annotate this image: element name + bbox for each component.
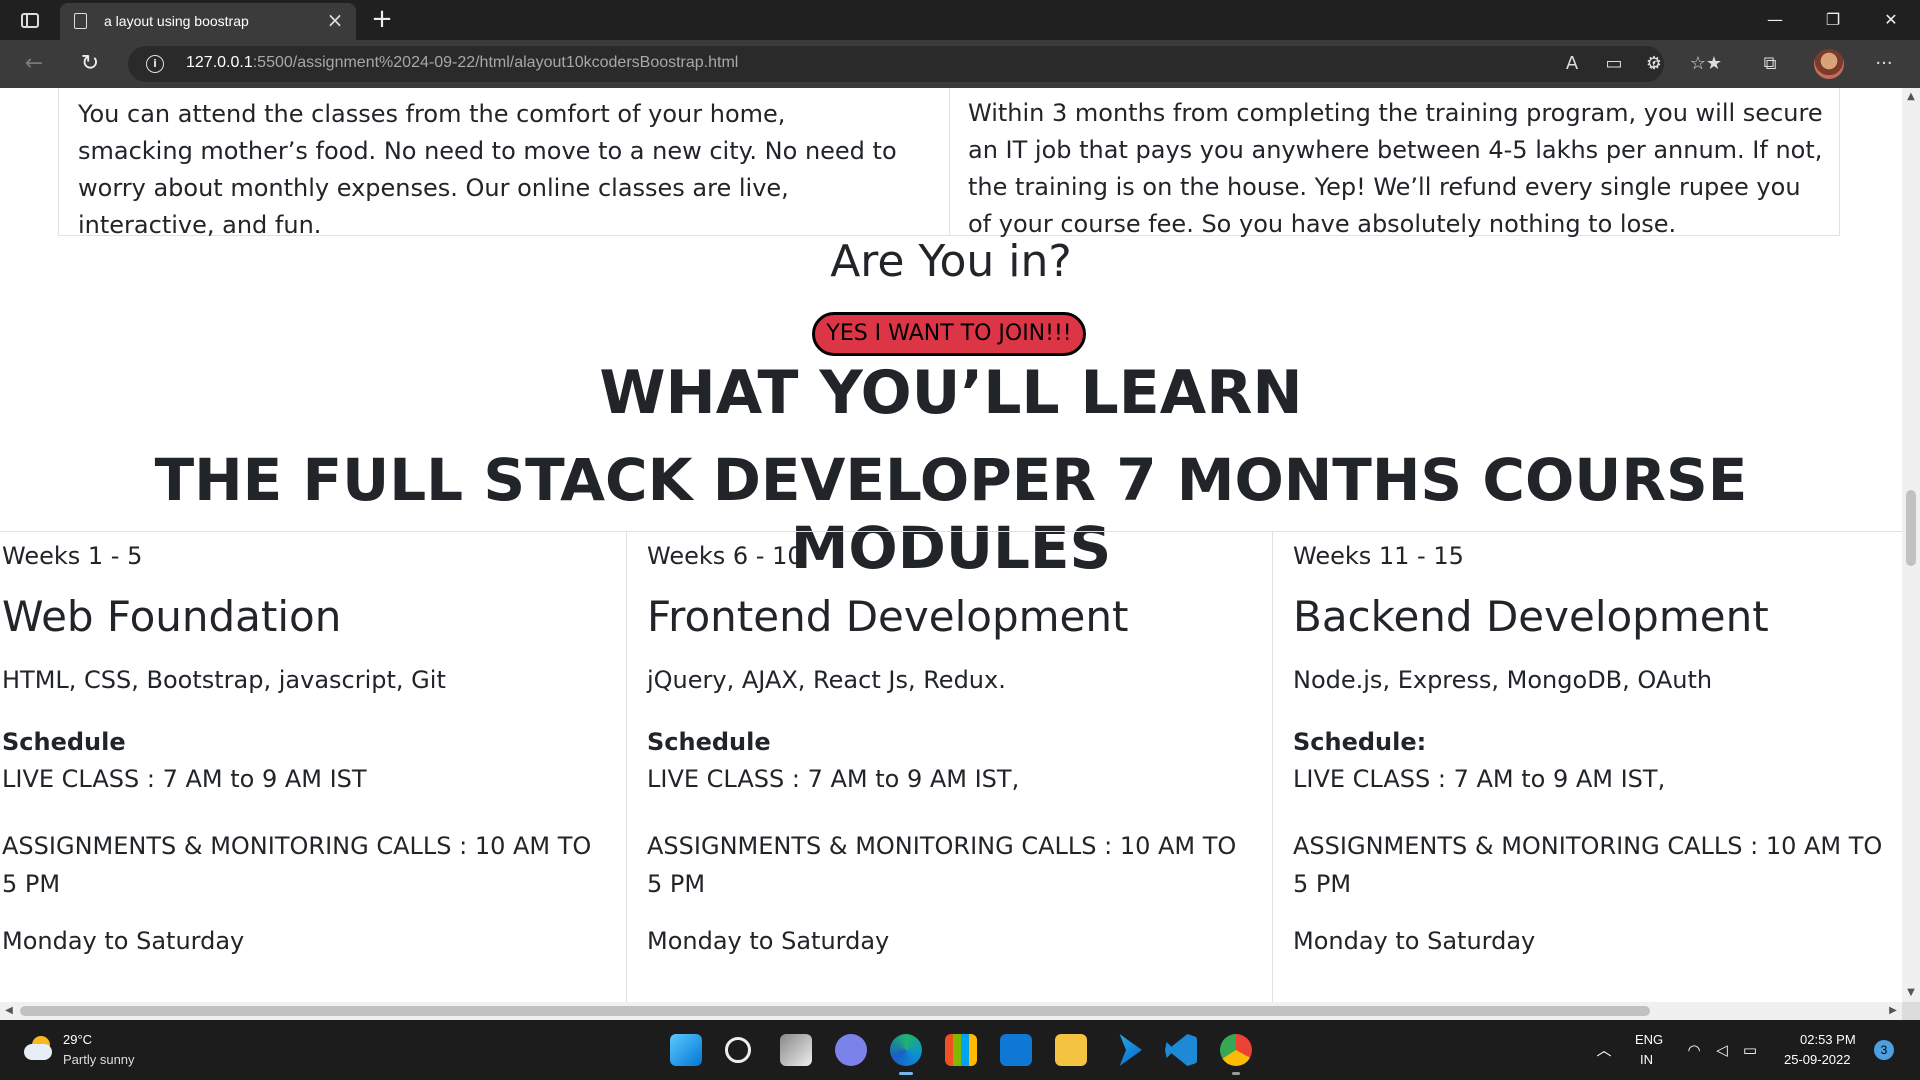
module-assignments: ASSIGNMENTS & MONITORING CALLS : 10 AM T… (1293, 832, 1883, 898)
module-tech: jQuery, AJAX, React Js, Redux. (647, 666, 1006, 694)
vertical-scrollbar[interactable]: ▲ ▼ (1902, 88, 1920, 1002)
module-card: Weeks 1 - 5 Web Foundation HTML, CSS, Bo… (0, 532, 626, 1002)
language-indicator-bottom[interactable]: IN (1640, 1052, 1653, 1067)
chrome-icon[interactable] (1220, 1034, 1252, 1075)
refresh-icon[interactable]: ↻ (72, 48, 108, 80)
restore-icon[interactable]: ❐ (1804, 0, 1862, 40)
browser-toolbar: ← ↻ i 127.0.0.1:5500/assignment%2024-09-… (0, 40, 1920, 88)
scroll-left-icon[interactable]: ◀ (0, 1002, 18, 1020)
module-weeks: Weeks 6 - 10 (647, 542, 803, 570)
module-schedule-label: Schedule (2, 728, 126, 756)
url-text[interactable]: 127.0.0.1:5500/assignment%2024-09-22/htm… (186, 54, 738, 72)
extensions-icon[interactable]: ⚙ (1640, 52, 1668, 76)
module-weeks: Weeks 1 - 5 (2, 542, 143, 570)
scrollbar-corner (1902, 1002, 1920, 1020)
site-info-icon[interactable]: i (146, 55, 164, 73)
module-days: Monday to Saturday (2, 927, 245, 955)
module-title: Backend Development (1293, 592, 1769, 641)
read-aloud-icon[interactable]: A (1558, 52, 1586, 76)
module-tech: HTML, CSS, Bootstrap, javascript, Git (2, 666, 446, 694)
module-assignments: ASSIGNMENTS & MONITORING CALLS : 10 AM T… (647, 832, 1237, 898)
tab-actions-icon[interactable] (14, 7, 46, 33)
profile-avatar[interactable] (1814, 49, 1844, 79)
language-indicator-top[interactable]: ENG (1635, 1032, 1663, 1047)
vscode-icon[interactable] (1165, 1034, 1197, 1066)
volume-icon[interactable]: ◁ (1712, 1040, 1732, 1060)
favorites-icon[interactable]: ★ (1700, 52, 1728, 76)
chat-icon[interactable] (835, 1034, 867, 1066)
feature-text-placement: Within 3 months from completing the trai… (968, 99, 1823, 238)
taskbar: 29°C Partly sunny ︿ ENG IN ◠ ◁ ▭ 02:53 P… (0, 1020, 1920, 1080)
weather-description[interactable]: Partly sunny (63, 1052, 135, 1067)
module-title: Frontend Development (647, 592, 1129, 641)
minimize-icon[interactable]: — (1746, 0, 1804, 40)
weather-icon[interactable] (24, 1034, 54, 1064)
start-icon[interactable] (670, 1034, 702, 1066)
horizontal-scrollbar[interactable]: ◀ ▶ (0, 1002, 1902, 1020)
close-window-icon[interactable]: ✕ (1862, 0, 1920, 40)
file-explorer-icon[interactable] (1055, 1034, 1087, 1066)
edge-icon[interactable] (890, 1034, 922, 1075)
module-days: Monday to Saturday (647, 927, 890, 955)
collections-icon[interactable]: ⧉ (1756, 52, 1784, 76)
scroll-down-icon[interactable]: ▼ (1902, 984, 1920, 1002)
weather-temperature[interactable]: 29°C (63, 1032, 92, 1047)
browser-titlebar: a layout using boostrap × + — ❐ ✕ (0, 0, 1920, 40)
address-bar[interactable]: i 127.0.0.1:5500/assignment%2024-09-22/h… (128, 46, 1706, 82)
clock-time[interactable]: 02:53 PM (1800, 1032, 1856, 1047)
module-title: Web Foundation (2, 592, 342, 641)
module-tech: Node.js, Express, MongoDB, OAuth (1293, 666, 1713, 694)
browser-tab[interactable]: a layout using boostrap × (60, 3, 356, 40)
module-live-class: LIVE CLASS : 7 AM to 9 AM IST, (647, 765, 1020, 793)
more-menu-icon[interactable]: ··· (1870, 52, 1898, 76)
course-modules: Weeks 1 - 5 Web Foundation HTML, CSS, Bo… (0, 531, 1902, 1002)
page-viewport: You can attend the classes from the comf… (0, 88, 1902, 1002)
module-weeks: Weeks 11 - 15 (1293, 542, 1464, 570)
show-hidden-icons-icon[interactable]: ︿ (1594, 1040, 1614, 1060)
close-tab-icon[interactable]: × (324, 9, 346, 31)
horizontal-scroll-thumb[interactable] (20, 1006, 1650, 1016)
notification-badge[interactable]: 3 (1874, 1040, 1894, 1060)
scroll-up-icon[interactable]: ▲ (1902, 88, 1920, 106)
battery-icon[interactable]: ▭ (1740, 1040, 1760, 1060)
clock-date[interactable]: 25-09-2022 (1784, 1052, 1851, 1067)
vertical-scroll-thumb[interactable] (1906, 490, 1916, 566)
are-you-in-heading: Are You in? (830, 236, 1072, 287)
module-schedule-label: Schedule: (1293, 728, 1427, 756)
module-live-class: LIVE CLASS : 7 AM to 9 AM IST (2, 765, 367, 793)
wifi-icon[interactable]: ◠ (1684, 1040, 1704, 1060)
scroll-right-icon[interactable]: ▶ (1884, 1002, 1902, 1020)
module-live-class: LIVE CLASS : 7 AM to 9 AM IST, (1293, 765, 1666, 793)
new-tab-icon[interactable]: + (368, 5, 396, 33)
learn-heading: WHAT YOU’LL LEARN (599, 358, 1303, 428)
module-days: Monday to Saturday (1293, 927, 1536, 955)
immersive-reader-icon[interactable]: ▭ (1600, 52, 1628, 76)
tab-title: a layout using boostrap (104, 13, 249, 29)
power-automate-icon[interactable] (1119, 1034, 1142, 1066)
module-assignments: ASSIGNMENTS & MONITORING CALLS : 10 AM T… (2, 832, 592, 898)
join-button[interactable]: YES I WANT TO JOIN!!! (812, 312, 1086, 356)
module-card: Weeks 11 - 15 Backend Development Node.j… (1272, 532, 1902, 1002)
back-icon[interactable]: ← (16, 48, 52, 80)
mail-icon[interactable] (1000, 1034, 1032, 1066)
feature-text-online: You can attend the classes from the comf… (78, 100, 897, 239)
module-card: Weeks 6 - 10 Frontend Development jQuery… (626, 532, 1272, 1002)
module-schedule-label: Schedule (647, 728, 771, 756)
page-icon (74, 13, 87, 29)
task-view-icon[interactable] (780, 1034, 812, 1066)
store-icon[interactable] (945, 1034, 977, 1066)
search-icon[interactable] (725, 1037, 751, 1063)
